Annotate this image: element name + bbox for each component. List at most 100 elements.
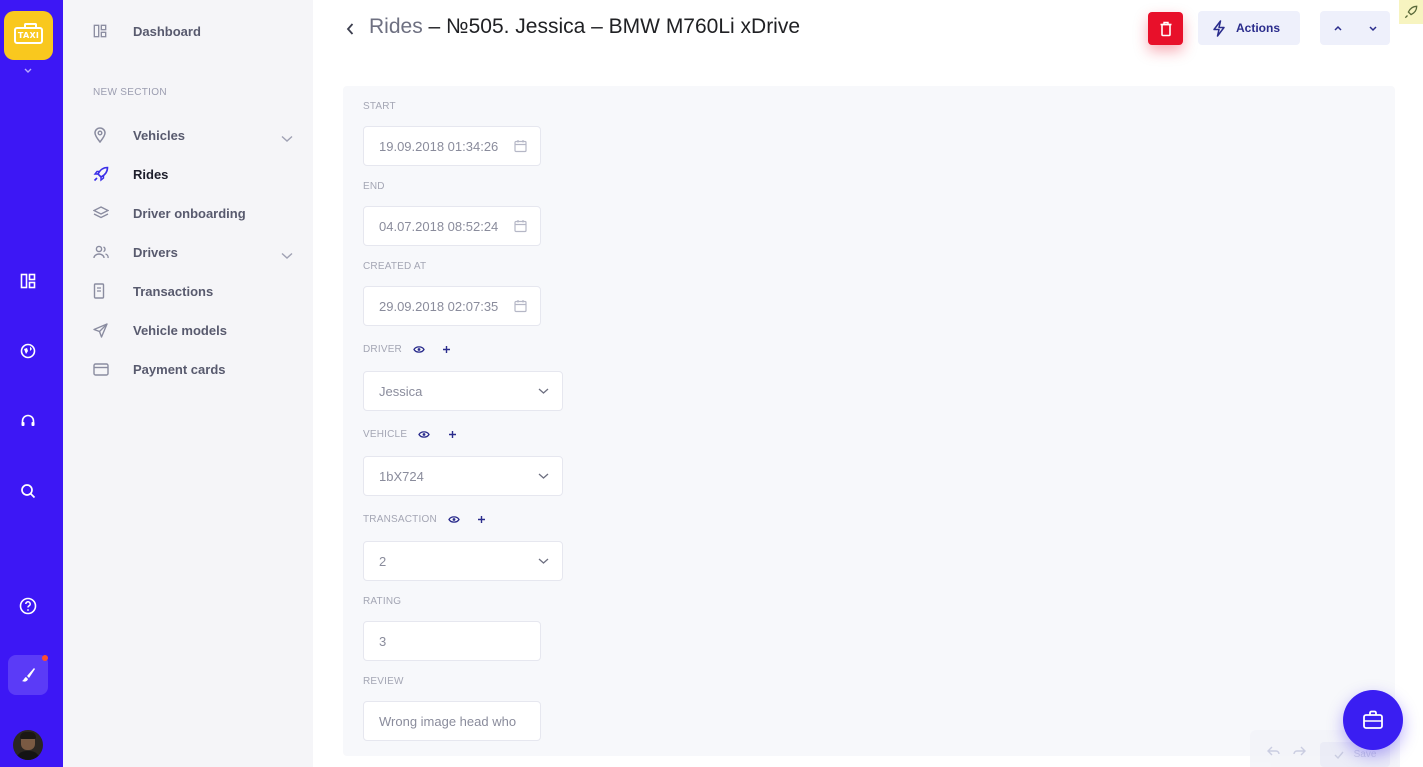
driver-label-row: DRIVER [363, 340, 456, 358]
chevron-down-icon [1368, 25, 1377, 31]
end-field[interactable]: 04.07.2018 08:52:24 [363, 206, 541, 246]
sidebar-item-dashboard[interactable]: Dashboard [93, 20, 293, 42]
chevron-down-icon [538, 558, 549, 565]
end-value: 04.07.2018 08:52:24 [379, 218, 499, 234]
add-driver-button[interactable] [438, 340, 456, 358]
sidebar: Dashboard NEW SECTION Vehicles Rides Dri… [63, 0, 313, 767]
calendar-icon [514, 140, 527, 153]
check-icon [1334, 751, 1344, 759]
previous-record-button[interactable] [1320, 11, 1355, 45]
end-label: END [363, 181, 385, 192]
chevron-down-icon [538, 388, 549, 395]
record-navigation [1320, 11, 1390, 45]
redo-icon[interactable] [1293, 746, 1306, 756]
search-icon[interactable] [18, 481, 38, 501]
record-title: – №505. Jessica – BMW M760Li xDrive [422, 15, 801, 38]
sidebar-item-label: Vehicles [133, 127, 186, 143]
created-at-value: 29.09.2018 02:07:35 [379, 298, 499, 314]
rating-label: RATING [363, 596, 402, 607]
pin-icon [93, 126, 115, 144]
plus-icon [478, 515, 486, 523]
rocket-icon [93, 165, 115, 183]
sidebar-item-vehicles[interactable]: Vehicles [93, 124, 293, 146]
review-field[interactable]: Wrong image head who [363, 701, 541, 741]
brush-button[interactable] [8, 655, 48, 695]
sidebar-item-transactions[interactable]: Transactions [93, 280, 293, 302]
sidebar-item-payment-cards[interactable]: Payment cards [93, 358, 293, 380]
help-icon[interactable] [18, 596, 38, 616]
lightning-icon [1212, 19, 1226, 37]
transaction-select[interactable]: 2 [363, 541, 563, 581]
actions-label: Actions [1236, 21, 1281, 35]
support-icon[interactable] [18, 411, 38, 431]
start-label: START [363, 101, 396, 112]
calendar-icon [514, 300, 527, 313]
view-vehicle-button[interactable] [415, 425, 433, 443]
review-value: Wrong image head who [379, 713, 517, 729]
plus-icon [443, 345, 451, 353]
transaction-label-row: TRANSACTION [363, 510, 491, 528]
rating-value: 3 [379, 633, 387, 649]
taxi-logo[interactable]: TAXI [4, 11, 53, 60]
avatar[interactable] [13, 730, 43, 760]
brush-icon [22, 668, 35, 682]
transaction-label: TRANSACTION [363, 513, 437, 525]
chevron-down-icon[interactable] [281, 245, 293, 264]
users-icon [93, 243, 115, 261]
trash-icon [1160, 21, 1171, 36]
transaction-value: 2 [379, 553, 387, 569]
add-transaction-button[interactable] [473, 510, 491, 528]
chevron-down-icon[interactable] [23, 67, 33, 77]
notification-dot [42, 655, 48, 661]
rocket-icon [1404, 5, 1418, 19]
driver-value: Jessica [379, 383, 423, 399]
dashboard-icon [93, 22, 115, 40]
sidebar-item-label: Driver onboarding [133, 205, 246, 221]
dashboard-icon[interactable] [18, 271, 38, 291]
layers-icon [93, 204, 115, 222]
driver-label: DRIVER [363, 343, 402, 355]
next-record-button[interactable] [1355, 11, 1390, 45]
sidebar-item-vehicle-models[interactable]: Vehicle models [93, 319, 293, 341]
chevron-left-icon [346, 23, 354, 35]
sidebar-item-drivers[interactable]: Drivers [93, 241, 293, 263]
undo-icon[interactable] [1267, 746, 1280, 756]
sidebar-item-rides[interactable]: Rides [93, 163, 293, 185]
created-at-field[interactable]: 29.09.2018 02:07:35 [363, 286, 541, 326]
start-field[interactable]: 19.09.2018 01:34:26 [363, 126, 541, 166]
chevron-down-icon[interactable] [281, 128, 293, 147]
vehicle-label: VEHICLE [363, 428, 408, 440]
view-driver-button[interactable] [410, 340, 428, 358]
send-icon [93, 321, 115, 339]
section-title: NEW SECTION [93, 87, 167, 98]
back-button[interactable] [345, 19, 359, 39]
vehicle-select[interactable]: 1bX724 [363, 456, 563, 496]
review-label: REVIEW [363, 676, 404, 687]
sidebar-item-label: Rides [133, 166, 169, 182]
toolbox-fab[interactable] [1343, 690, 1403, 750]
sidebar-item-label: Drivers [133, 244, 178, 260]
globe-icon[interactable] [18, 341, 38, 361]
delete-button[interactable] [1148, 12, 1183, 45]
chevron-up-icon [1333, 25, 1342, 31]
eye-icon [413, 345, 425, 353]
whats-new-badge[interactable] [1399, 0, 1423, 24]
breadcrumb[interactable]: Rides [369, 15, 423, 38]
vehicle-value: 1bX724 [379, 468, 424, 484]
eye-icon [448, 515, 460, 523]
save-label: Save [1353, 749, 1377, 760]
sidebar-item-label: Vehicle models [133, 322, 227, 338]
actions-button[interactable]: Actions [1198, 11, 1300, 45]
receipt-icon [93, 282, 115, 300]
main-content: Rides – №505. Jessica – BMW M760Li xDriv… [313, 0, 1423, 767]
briefcase-icon [1363, 710, 1383, 729]
rating-field[interactable]: 3 [363, 621, 541, 661]
driver-select[interactable]: Jessica [363, 371, 563, 411]
add-vehicle-button[interactable] [443, 425, 461, 443]
view-transaction-button[interactable] [445, 510, 463, 528]
card-icon [93, 360, 115, 378]
app-rail: TAXI [0, 0, 63, 767]
page-title: Rides – №505. Jessica – BMW M760Li xDriv… [369, 15, 800, 39]
start-value: 19.09.2018 01:34:26 [379, 138, 499, 154]
sidebar-item-driver-onboarding[interactable]: Driver onboarding [93, 202, 293, 224]
